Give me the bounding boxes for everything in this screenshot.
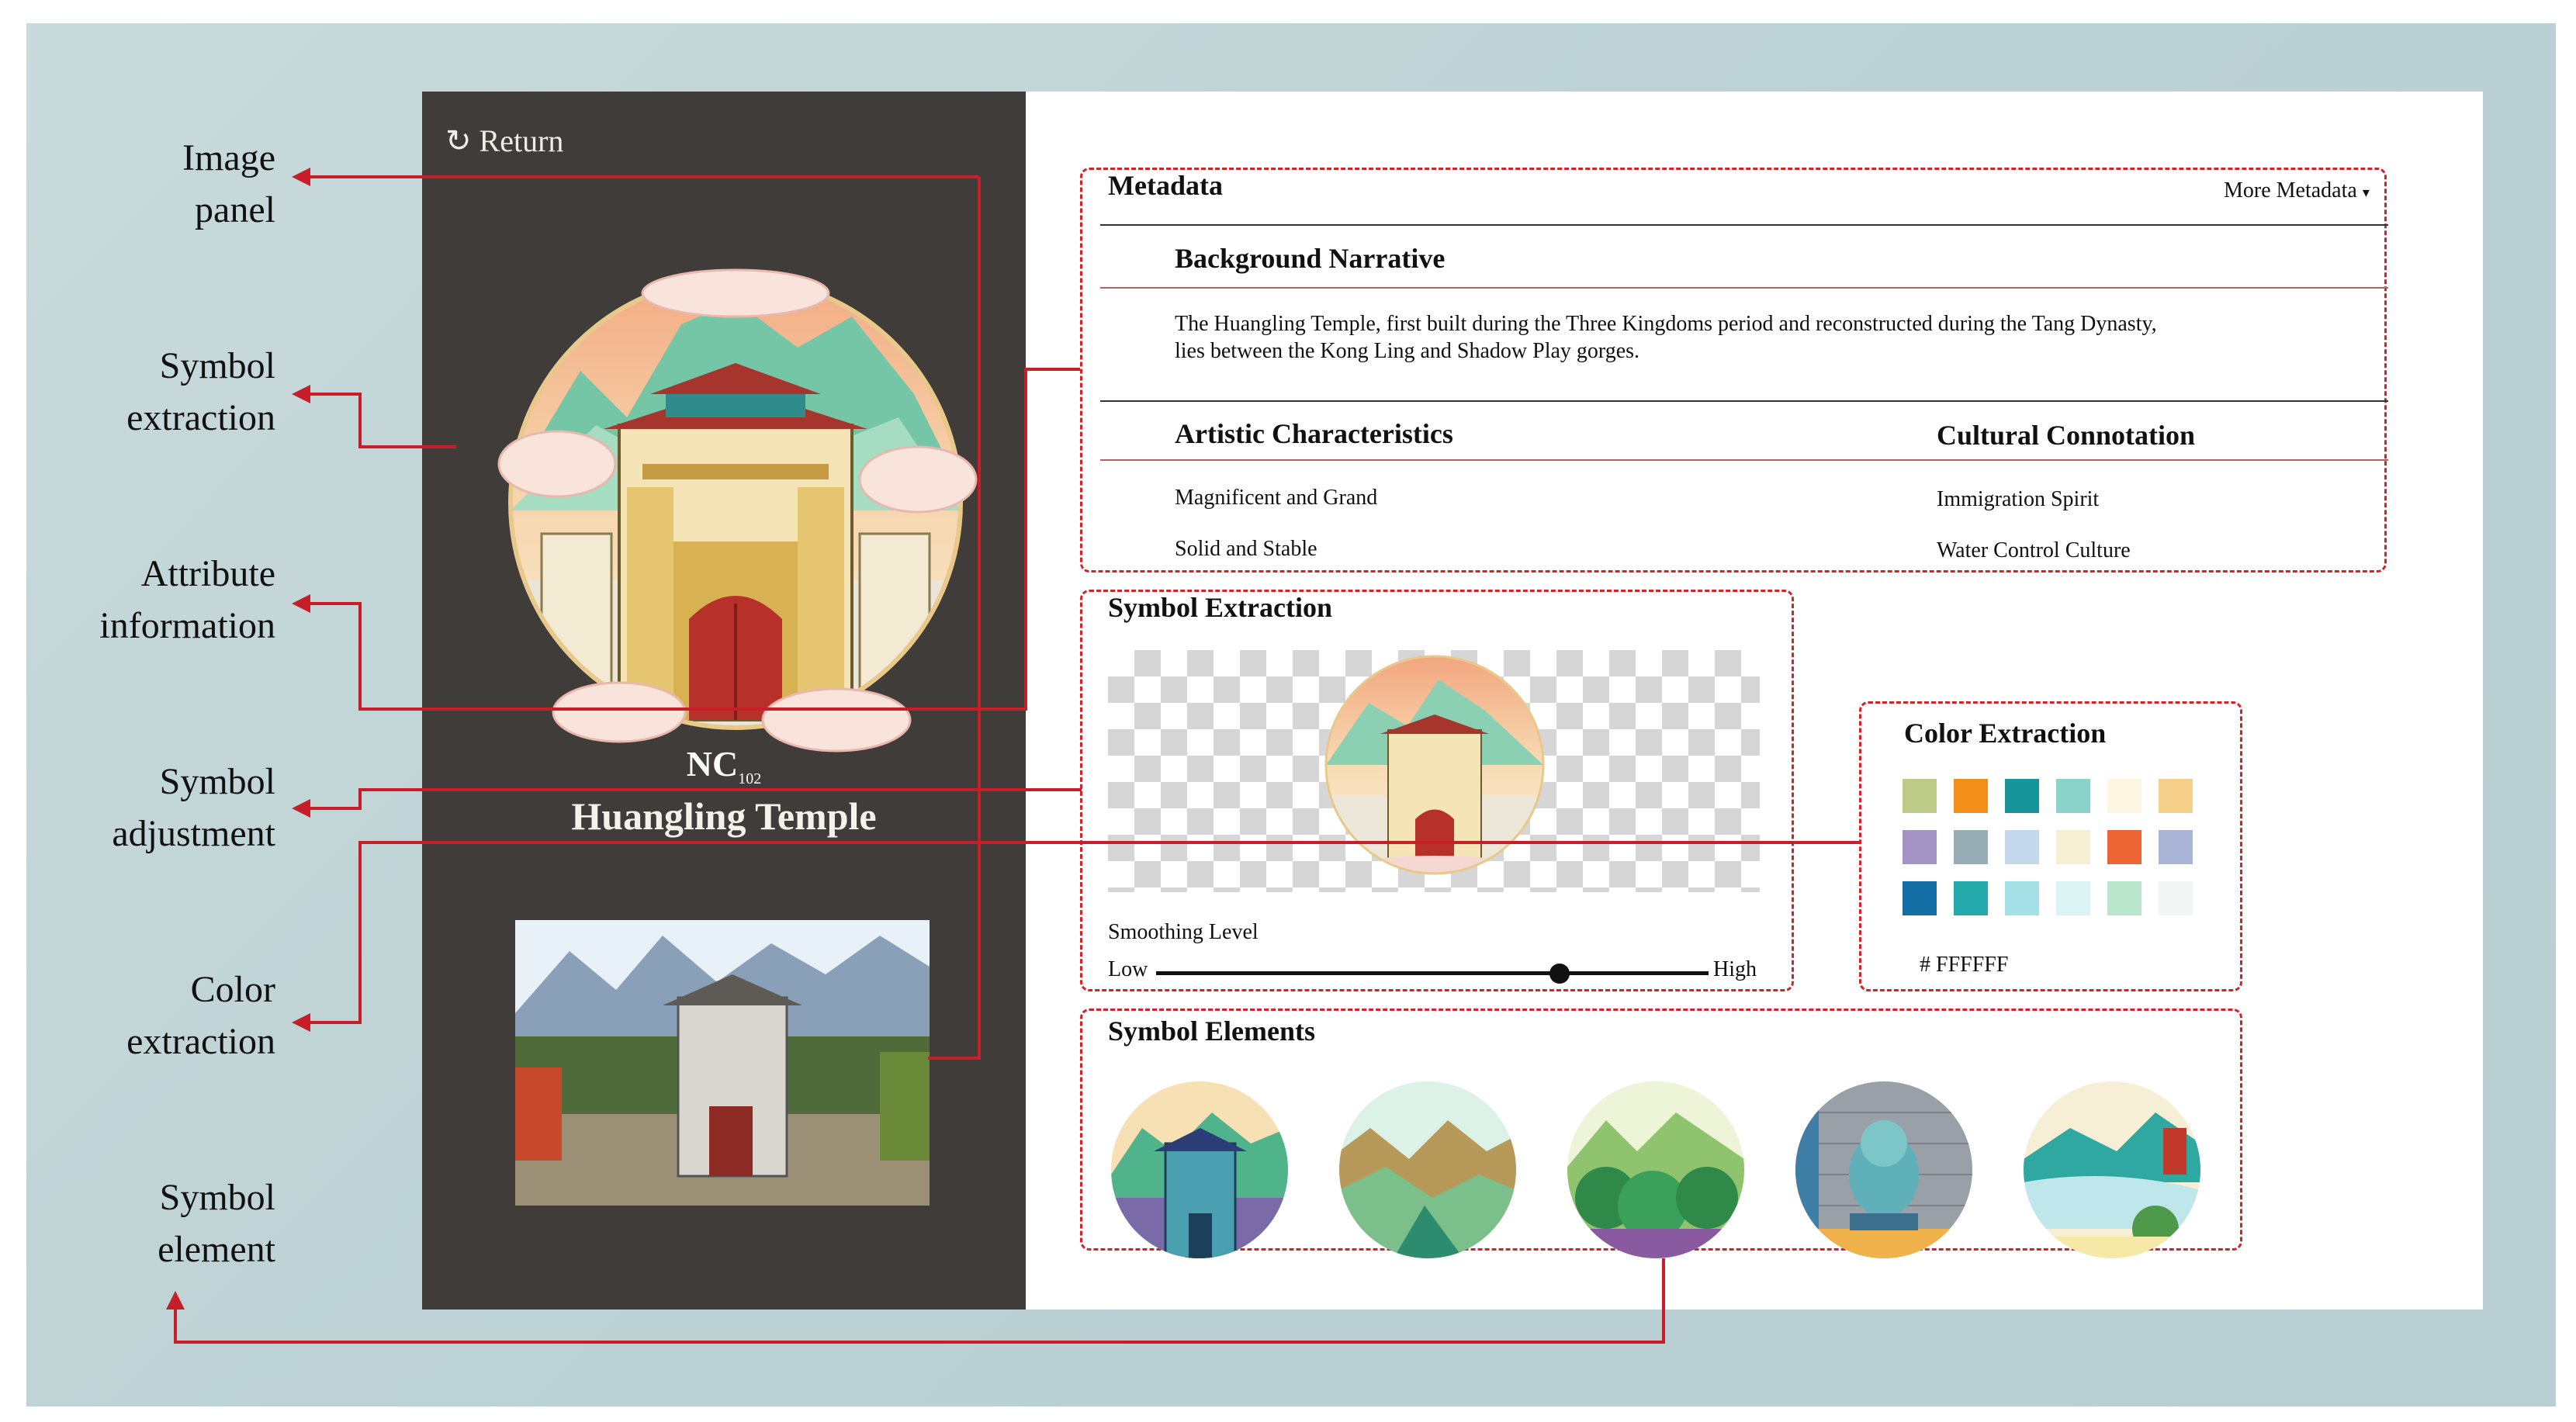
arrowhead-symbol-extraction [292, 385, 310, 403]
connector-overlay [166, 168, 1859, 1344]
connector-image-panel [928, 177, 981, 1060]
connector-attribute-information [303, 368, 1080, 711]
arrowhead-color-extraction [292, 1013, 310, 1032]
connector-symbol-element [174, 1258, 1665, 1344]
connector-symbol-extraction [303, 393, 456, 448]
arrowhead-image-panel [292, 168, 310, 186]
connector-symbol-adjustment [303, 788, 1082, 810]
connector-color-extraction [303, 841, 1859, 1024]
arrowhead-symbol-adjustment [292, 799, 310, 818]
arrowhead-attribute-information [292, 594, 310, 613]
arrowhead-symbol-element [166, 1291, 185, 1310]
